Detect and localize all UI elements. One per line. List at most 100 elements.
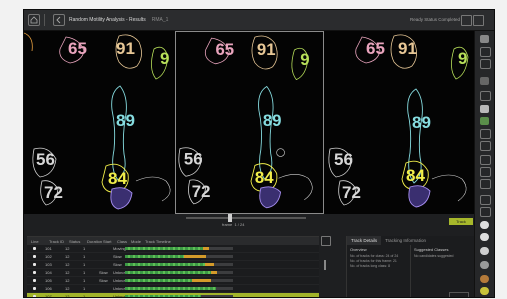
- tab-track-details[interactable]: Track Details: [347, 236, 382, 245]
- row-visibility-icon[interactable]: [33, 287, 36, 290]
- cell-label: 72: [192, 182, 211, 201]
- row-visibility-icon[interactable]: [33, 255, 36, 258]
- row-visibility-icon[interactable]: [33, 295, 36, 297]
- row-visibility-icon[interactable]: [33, 247, 36, 250]
- suggested-column: Suggested Classes No candidates suggeste…: [411, 245, 474, 297]
- column-header[interactable]: Status: [69, 239, 87, 244]
- cell-shape-icon[interactable]: [480, 287, 489, 295]
- track-badge[interactable]: Track: [449, 218, 473, 225]
- table-row[interactable]: 102121SlowFix: [27, 253, 319, 261]
- cell-shape-icon[interactable]: [480, 221, 489, 229]
- image-viewer-right[interactable]: 65 91 89 56 84 72 9: [324, 31, 474, 214]
- track-timeline-bar: [125, 287, 233, 290]
- image-viewer-center[interactable]: 65 91 89 56 84 72 9: [175, 31, 324, 214]
- table-cell: Slow: [99, 270, 108, 275]
- suggested-line: No candidates suggested: [414, 254, 454, 258]
- grid-icon[interactable]: [480, 91, 491, 101]
- column-header[interactable]: Track ID: [49, 239, 69, 244]
- column-header[interactable]: Duration: [87, 239, 103, 244]
- home-icon[interactable]: [28, 14, 40, 26]
- table-row[interactable]: 107121UnknownFix: [27, 293, 319, 298]
- table-cell: 1: [83, 278, 86, 283]
- track-timeline-bar: [125, 279, 233, 282]
- column-header[interactable]: Class: [117, 239, 131, 244]
- cell-shape-icon[interactable]: [480, 261, 489, 269]
- slider-track[interactable]: [186, 217, 306, 219]
- track-timeline-bar: [125, 247, 233, 250]
- row-visibility-icon[interactable]: [33, 271, 36, 274]
- timeline-fill: [125, 271, 212, 274]
- column-header[interactable]: Start: [103, 239, 117, 244]
- timeline-fill: [125, 247, 203, 250]
- table-row[interactable]: 101121MovingFix: [27, 245, 319, 253]
- cell-label: 91: [398, 39, 417, 58]
- table-cell: 12: [65, 262, 70, 267]
- column-header[interactable]: Track Timeline: [145, 239, 205, 244]
- table-row[interactable]: 104121SlowUnknownSlow: [27, 269, 319, 277]
- timeline-segment: [184, 255, 206, 258]
- overview-line: No. of tracks long class: 8: [350, 264, 391, 268]
- export-button[interactable]: [473, 15, 484, 26]
- table-cell: 105: [45, 278, 52, 283]
- apply-button[interactable]: [449, 292, 469, 297]
- cell-label: 89: [116, 111, 135, 130]
- settings-icon[interactable]: [480, 59, 491, 69]
- table-row[interactable]: 103121SlowFix: [27, 261, 319, 269]
- table-scrollbar[interactable]: [324, 260, 326, 270]
- save-icon[interactable]: [480, 35, 489, 43]
- target-icon[interactable]: [480, 141, 491, 151]
- cell-label: 84: [255, 168, 274, 187]
- cell-icon[interactable]: [480, 105, 489, 113]
- column-header[interactable]: Mode: [131, 239, 145, 244]
- table-cell: 101: [45, 246, 52, 251]
- cell-label: 89: [412, 113, 431, 132]
- eye-icon[interactable]: [480, 155, 491, 165]
- cell-label: 56: [334, 150, 353, 169]
- plus-icon[interactable]: [480, 77, 489, 85]
- window-title: Random Motility Analysis - Results: [69, 17, 146, 23]
- info-body: Overview No. of tracks for class: 24 of …: [347, 245, 474, 297]
- table-cell: 103: [45, 262, 52, 267]
- cell-label: 65: [366, 39, 385, 58]
- cell-label: 9: [300, 50, 309, 69]
- table-cell: 1: [83, 286, 86, 291]
- table-header: Line Track ID Status Duration Start Clas…: [27, 237, 319, 245]
- cell-shape-icon[interactable]: [480, 275, 489, 283]
- table-cell: 1: [83, 294, 86, 298]
- cell-shape-icon[interactable]: [480, 233, 489, 241]
- cell-label: 9: [458, 49, 467, 68]
- table-options-button[interactable]: [321, 236, 331, 246]
- circle-icon[interactable]: [480, 129, 491, 139]
- column-header[interactable]: Line: [27, 239, 49, 244]
- table-cell: Slow: [99, 278, 108, 283]
- track-timeline-bar: [125, 295, 233, 297]
- cell-label: 9: [160, 49, 169, 68]
- grid-view-button[interactable]: [461, 15, 472, 26]
- track-icon[interactable]: [480, 117, 489, 125]
- overview-title: Overview: [350, 247, 367, 252]
- table-cell: 106: [45, 286, 52, 291]
- back-icon[interactable]: [53, 14, 65, 26]
- table-cell: 107: [45, 294, 52, 298]
- tag-icon[interactable]: [480, 207, 491, 217]
- timeline-fill: [125, 295, 201, 297]
- row-visibility-icon[interactable]: [33, 263, 36, 266]
- row-visibility-icon[interactable]: [33, 279, 36, 282]
- filter-icon[interactable]: [480, 167, 491, 177]
- cell-shape-icon[interactable]: [480, 247, 489, 255]
- frame-slider[interactable]: frame 1 / 24: [176, 214, 324, 228]
- cell-label: 84: [406, 166, 425, 185]
- image-viewer-left[interactable]: 65 91 89 56 84 72 9: [24, 31, 175, 214]
- slider-thumb[interactable]: [228, 214, 232, 222]
- list-icon[interactable]: [480, 195, 491, 205]
- cell-label: 89: [263, 111, 282, 130]
- info-tabs: Track Details Tracking Information: [347, 236, 474, 245]
- layers-icon[interactable]: [480, 47, 491, 57]
- table-row[interactable]: 106121UnknownFix: [27, 285, 319, 293]
- cell-label: 72: [342, 183, 361, 202]
- table-row[interactable]: 105121SlowUnknownFix: [27, 277, 319, 285]
- slider-label: frame 1 / 24: [222, 222, 245, 227]
- timeline-fill: [125, 279, 192, 282]
- tab-tracking-information[interactable]: Tracking Information: [381, 236, 430, 245]
- chart-icon[interactable]: [480, 179, 491, 189]
